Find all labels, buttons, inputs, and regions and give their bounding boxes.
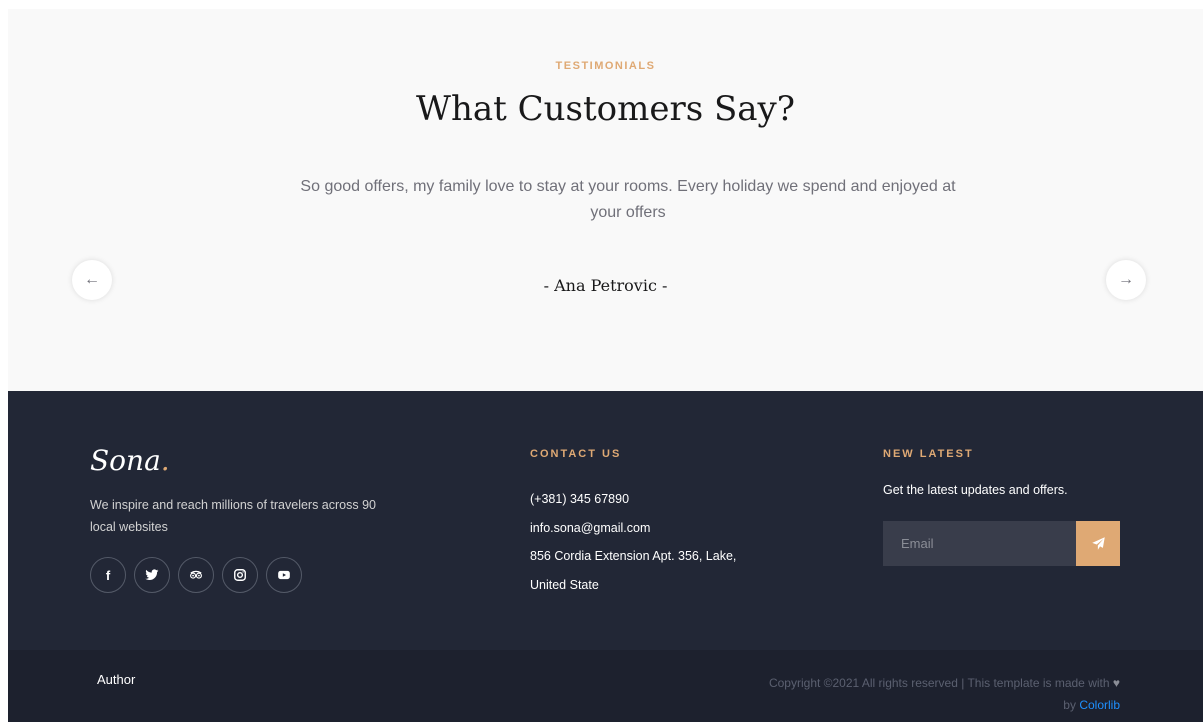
newsletter-form [883,521,1120,566]
arrow-left-icon: ← [84,271,100,288]
section-title: What Customers Say? [416,89,795,129]
twitter-icon [145,569,159,581]
prev-arrow-button[interactable]: ← [72,260,112,300]
heart-icon: ♥ [1112,676,1120,690]
copyright-text: Copyright ©2021 All rights reserved | Th… [700,672,1120,716]
section-tag: TESTIMONIALS [555,60,656,72]
paper-plane-icon [1091,537,1105,550]
logo-text: Sona [90,444,161,477]
testimonial-quote: So good offers, my family love to stay a… [300,178,956,221]
youtube-icon [278,570,290,580]
email-input[interactable] [883,521,1076,566]
tripadvisor-icon [190,570,202,579]
youtube-link[interactable] [266,557,302,593]
next-arrow-button[interactable]: → [1106,260,1146,300]
testimonial-author: - Ana Petrovic - [543,276,668,295]
footer-bottom-bar: Author Copyright ©2021 All rights reserv… [8,650,1203,722]
contact-address-line2: United State [530,577,599,592]
contact-phone: (+381) 345 67890 [530,492,630,506]
footer-logo[interactable]: Sona. [90,444,170,477]
author-link[interactable]: Author [97,672,135,687]
tripadvisor-link[interactable] [178,557,214,593]
colorlib-link[interactable]: Colorlib [1079,698,1120,712]
footer-about-text: We inspire and reach millions of travele… [90,498,377,534]
social-links: f [90,557,302,593]
twitter-link[interactable] [134,557,170,593]
testimonial-section: TESTIMONIALS What Customers Say? So good… [8,9,1203,391]
newsletter-title: NEW LATEST [883,448,974,460]
facebook-icon: f [105,567,111,583]
instagram-icon [234,569,246,581]
newsletter-text: Get the latest updates and offers. [883,483,1068,497]
contact-title: CONTACT US [530,448,622,460]
subscribe-button[interactable] [1076,521,1120,566]
arrow-right-icon: → [1118,271,1134,288]
copyright-by: by [1063,698,1076,712]
facebook-link[interactable]: f [90,557,126,593]
footer: Sona. We inspire and reach millions of t… [8,391,1203,650]
logo-dot: . [160,444,170,477]
instagram-link[interactable] [222,557,258,593]
contact-email: info.sona@gmail.com [530,520,651,535]
contact-list: (+381) 345 67890 info.sona@gmail.com 856… [530,485,736,599]
contact-address-line1: 856 Cordia Extension Apt. 356, Lake, [530,549,737,563]
copyright-line: Copyright ©2021 All rights reserved | Th… [768,676,1110,690]
